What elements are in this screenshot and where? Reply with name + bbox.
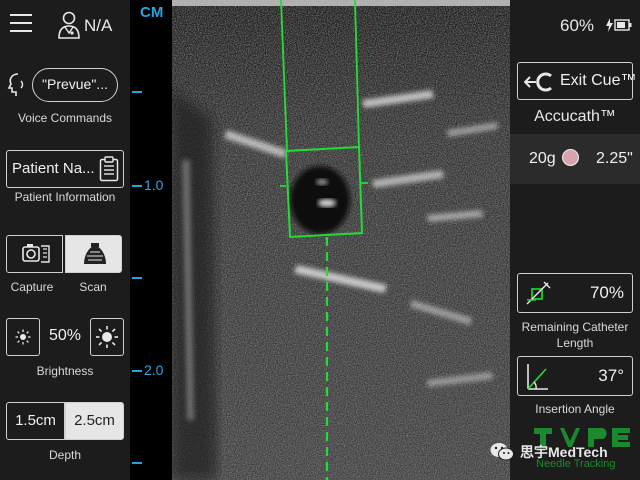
battery-percentage: 60% xyxy=(560,16,595,35)
ultrasound-canvas xyxy=(172,0,510,480)
exit-cue-icon xyxy=(524,72,552,92)
patient-info-button[interactable]: Patient Na... xyxy=(6,150,124,188)
exit-cue-button[interactable]: Exit Cue™ xyxy=(517,62,637,100)
remaining-length-value: 70% xyxy=(589,283,624,302)
patient-name-label: Patient Na... xyxy=(12,160,95,177)
scale-tick xyxy=(132,91,142,93)
sun-large-icon xyxy=(96,326,118,348)
scale-tick xyxy=(132,462,142,464)
capture-button[interactable] xyxy=(6,235,63,273)
voice-commands-caption: Voice Commands xyxy=(17,111,113,125)
user-name: N/A xyxy=(84,16,113,35)
insertion-angle-box: 37° xyxy=(517,356,633,396)
brightness-caption: Brightness xyxy=(36,364,94,378)
voice-row: "Prevue"... xyxy=(0,64,130,104)
scale-tick xyxy=(132,185,142,187)
ultrasound-probe-icon xyxy=(84,243,106,264)
sun-small-icon xyxy=(15,329,31,345)
doctor-icon xyxy=(58,11,80,39)
scale-tick xyxy=(132,277,142,279)
mode-toggle xyxy=(6,235,124,273)
wechat-logo-icon xyxy=(490,443,514,461)
left-panel: N/A "Prevue"... Voice Commands Patient N… xyxy=(0,0,130,480)
right-panel: 60% Exit Cue™ Accucath™ 20g 2.25" 70% Re… xyxy=(510,0,640,480)
battery-charging-icon xyxy=(606,18,632,32)
depth-option-2-button[interactable]: 2.5cm xyxy=(65,402,124,440)
catheter-gauge: 20g xyxy=(529,150,556,167)
brightness-increase-button[interactable] xyxy=(90,318,124,356)
depth-toggle: 1.5cm 2.5cm xyxy=(6,402,124,440)
voice-head-icon xyxy=(7,73,24,96)
camera-film-icon xyxy=(22,244,50,263)
scale-tick-label: 1.0 xyxy=(144,177,164,193)
depth-caption: Depth xyxy=(48,448,82,462)
scale-unit-label: CM xyxy=(140,4,164,21)
scale-tick-label: 2.0 xyxy=(144,362,164,378)
catheter-spec: 20g 2.25" xyxy=(510,134,640,184)
top-bar: N/A xyxy=(0,0,130,52)
insertion-angle-icon xyxy=(527,364,548,390)
insertion-angle-value: 37° xyxy=(598,366,624,385)
remaining-length-box: 70% xyxy=(517,273,633,313)
catheter-length: 2.25" xyxy=(596,150,633,167)
exit-cue-label: Exit Cue™ xyxy=(560,72,637,89)
watermark-subtitle: Needle Tracking xyxy=(536,458,616,470)
depth-scale: CM 1.0 2.0 xyxy=(130,0,172,480)
watermark: 思宇MedTech Needle Tracking xyxy=(520,420,640,480)
patient-info-caption: Patient Information xyxy=(14,190,116,204)
menu-icon[interactable] xyxy=(10,14,32,34)
brightness-value: 50% xyxy=(48,327,82,344)
ultrasound-image[interactable] xyxy=(172,0,510,480)
insertion-angle-caption: Insertion Angle xyxy=(535,402,615,416)
depth-option-1-button[interactable]: 1.5cm xyxy=(6,402,65,440)
brightness-control: 50% xyxy=(6,318,124,356)
brightness-decrease-button[interactable] xyxy=(6,318,40,356)
scale-tick xyxy=(132,370,142,372)
gauge-color-dot xyxy=(562,149,579,166)
scan-button[interactable] xyxy=(65,235,122,273)
remaining-length-caption: Remaining Catheter Length xyxy=(521,320,629,350)
catheter-length-icon xyxy=(526,281,551,305)
catheter-product-name: Accucath™ xyxy=(534,108,616,125)
clipboard-icon xyxy=(99,156,119,182)
voice-command-button[interactable]: "Prevue"... xyxy=(32,68,118,102)
